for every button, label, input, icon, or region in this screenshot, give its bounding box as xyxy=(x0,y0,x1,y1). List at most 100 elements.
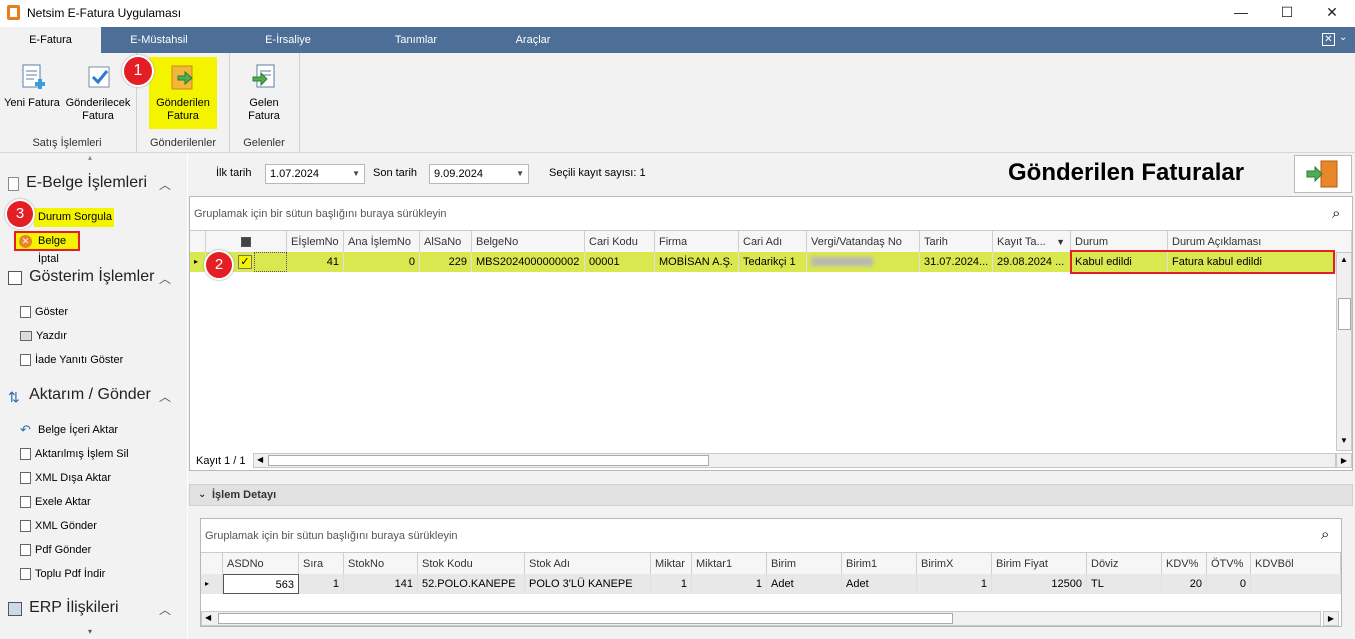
section-gosterim[interactable]: Gösterim İşlemler ︿ xyxy=(8,268,183,286)
scroll-thumb[interactable] xyxy=(268,455,709,466)
col-header[interactable]: Tarih xyxy=(920,231,993,253)
sort-desc-icon: ▼ xyxy=(1056,237,1065,247)
cell: 20 xyxy=(1162,574,1207,594)
cell: 1 xyxy=(299,574,344,594)
tab-araclar[interactable]: Araçlar xyxy=(478,27,588,53)
scroll-right-icon[interactable]: ▶ xyxy=(1323,611,1339,626)
horizontal-scrollbar[interactable]: ◀ xyxy=(201,611,1321,626)
document-icon xyxy=(20,306,31,319)
aktarilmis-sil-label: Aktarılmış İşlem Sil xyxy=(35,448,129,460)
chevron-up-icon: ︿ xyxy=(158,390,171,404)
yeni-fatura-button[interactable]: Yeni Fatura xyxy=(2,63,62,110)
maximize-button[interactable]: ☐ xyxy=(1264,0,1310,27)
exit-door-icon xyxy=(1306,160,1338,188)
col-header[interactable]: StokNo xyxy=(344,553,418,575)
scroll-left-icon[interactable]: ◀ xyxy=(205,613,211,622)
focus-cell xyxy=(254,252,287,272)
search-icon[interactable]: ⌕ xyxy=(1332,205,1340,222)
chevron-down-icon: ⌄ xyxy=(198,489,207,500)
scroll-thumb[interactable] xyxy=(218,613,953,624)
scroll-down-icon[interactable]: ▾ xyxy=(88,627,92,636)
scroll-up-icon[interactable]: ▴ xyxy=(88,153,92,162)
col-header[interactable]: Birim Fiyat xyxy=(992,553,1087,575)
row-checkbox[interactable]: ✓ xyxy=(238,255,252,269)
minimize-button[interactable]: — xyxy=(1218,0,1264,27)
col-header[interactable]: Birim xyxy=(767,553,842,575)
tab-e-fatura[interactable]: E-Fatura xyxy=(0,27,101,53)
ilk-tarih-input[interactable]: 1.07.2024 ▼ xyxy=(265,164,365,184)
col-header[interactable]: Vergi/Vatandaş No xyxy=(807,231,920,253)
col-header[interactable]: Stok Adı xyxy=(525,553,651,575)
yeni-fatura-label: Yeni Fatura xyxy=(4,97,60,109)
col-header[interactable]: Cari Adı xyxy=(739,231,807,253)
detail-title: İşlem Detayı xyxy=(212,489,277,501)
scroll-thumb[interactable] xyxy=(1338,298,1351,330)
detail-panel-header[interactable]: ⌄ İşlem Detayı xyxy=(189,484,1353,506)
col-header[interactable]: EİşlemNo xyxy=(287,231,344,253)
xml-gonder-item[interactable]: XML Gönder xyxy=(20,517,97,535)
ribbon-separator xyxy=(299,53,300,153)
col-header[interactable]: KDVBöl xyxy=(1251,553,1341,575)
search-icon[interactable]: ⌕ xyxy=(1321,526,1329,543)
son-tarih-input[interactable]: 9.09.2024 ▼ xyxy=(429,164,529,184)
col-header[interactable]: Stok Kodu xyxy=(418,553,525,575)
pdf-gonder-label: Pdf Gönder xyxy=(35,544,92,556)
col-header[interactable]: BirimX xyxy=(917,553,992,575)
chevron-down-icon: ▼ xyxy=(352,169,360,178)
section-ebelge[interactable]: E-Belge İşlemleri ︿ xyxy=(8,174,183,192)
toplu-pdf-item[interactable]: Toplu Pdf İndir xyxy=(20,565,105,583)
cell: 31.07.2024... xyxy=(920,252,993,272)
belge-iceri-item[interactable]: ↶ Belge İçeri Aktar xyxy=(20,421,118,439)
col-header[interactable]: Miktar1 xyxy=(692,553,767,575)
section-erp[interactable]: ERP İlişkileri ︿ xyxy=(8,599,183,617)
scroll-down-icon[interactable]: ▼ xyxy=(1340,436,1348,445)
col-header[interactable]: Birim1 xyxy=(842,553,917,575)
tab-tanimlar[interactable]: Tanımlar xyxy=(360,27,472,53)
tab-e-mustahsil[interactable]: E-Müstahsil xyxy=(101,27,217,53)
vertical-scrollbar[interactable]: ▲ ▼ xyxy=(1336,252,1352,451)
gonderilen-fatura-button[interactable]: Gönderilen Fatura xyxy=(149,57,217,129)
close-button[interactable]: ✕ xyxy=(1309,0,1355,27)
horizontal-scrollbar[interactable]: ◀ xyxy=(253,453,1336,468)
scroll-up-icon[interactable]: ▲ xyxy=(1340,255,1348,264)
col-header[interactable]: BelgeNo xyxy=(472,231,585,253)
belge-iceri-label: Belge İçeri Aktar xyxy=(38,424,119,436)
col-header[interactable]: Miktar xyxy=(651,553,692,575)
table-row[interactable]: ▸ 563 1 141 52.POLO.KANEPE POLO 3'LÜ KAN… xyxy=(201,574,1341,594)
new-invoice-icon xyxy=(22,64,45,89)
col-header[interactable]: KDV% xyxy=(1162,553,1207,575)
col-header[interactable]: ASDNo xyxy=(223,553,299,575)
cell: 1 xyxy=(651,574,692,594)
cell: MOBİSAN A.Ş. xyxy=(655,252,739,272)
exele-item[interactable]: Exele Aktar xyxy=(20,493,91,511)
pdf-gonder-item[interactable]: Pdf Gönder xyxy=(20,541,91,559)
xml-disa-item[interactable]: XML Dışa Aktar xyxy=(20,469,111,487)
section-aktarim[interactable]: ⇅ Aktarım / Gönder ︿ xyxy=(8,386,183,405)
ribbon-options-icon[interactable]: ✕ xyxy=(1322,33,1335,46)
col-header[interactable]: Ana İşlemNo xyxy=(344,231,420,253)
col-header[interactable]: Cari Kodu xyxy=(585,231,655,253)
chevron-down-icon[interactable]: ⌄ xyxy=(1339,32,1347,43)
scroll-right-icon[interactable]: ▶ xyxy=(1336,453,1352,468)
pdf-file-icon xyxy=(20,568,31,581)
col-header[interactable]: Sıra xyxy=(299,553,344,575)
exit-button[interactable] xyxy=(1294,155,1352,193)
durum-sorgula-item[interactable]: Durum Sorgula xyxy=(38,208,112,226)
iade-item[interactable]: İade Yanıtı Göster xyxy=(20,351,123,369)
cell[interactable]: 563 xyxy=(223,574,299,594)
col-header[interactable]: ÖTV% xyxy=(1207,553,1251,575)
aktarilmis-sil-item[interactable]: Aktarılmış İşlem Sil xyxy=(20,445,129,463)
scroll-left-icon[interactable]: ◀ xyxy=(257,455,263,464)
gelen-fatura-button[interactable]: Gelen Fatura xyxy=(234,63,294,123)
tab-e-irsaliye[interactable]: E-İrsaliye xyxy=(230,27,346,53)
col-header[interactable]: Döviz xyxy=(1087,553,1162,575)
col-header[interactable]: AlSaNo xyxy=(420,231,472,253)
yazdir-item[interactable]: Yazdır xyxy=(20,327,67,345)
cell: 1 xyxy=(692,574,767,594)
cell-vergi-no-blurred xyxy=(807,252,920,272)
belge-iptal-item[interactable]: ✕ Belge İptal xyxy=(14,231,80,265)
col-header[interactable]: Kayıt Ta... ▼ xyxy=(993,231,1071,253)
group-panel-hint: Gruplamak için bir sütun başlığını buray… xyxy=(194,208,447,220)
col-header[interactable]: Firma xyxy=(655,231,739,253)
goster-item[interactable]: Göster xyxy=(20,303,68,321)
